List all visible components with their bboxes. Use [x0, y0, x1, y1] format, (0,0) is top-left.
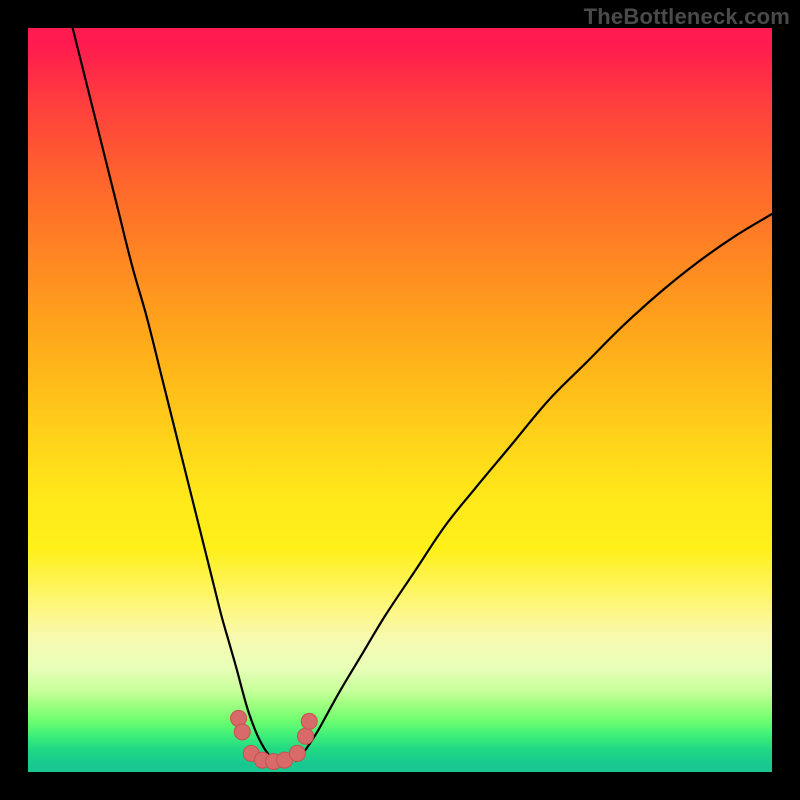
marker-dot [234, 724, 250, 740]
curve-left-branch [73, 28, 274, 761]
watermark-text: TheBottleneck.com [584, 4, 790, 30]
plot-area [28, 28, 772, 772]
curve-right-branch [296, 214, 772, 761]
chart-frame: TheBottleneck.com [0, 0, 800, 800]
curve-layer [28, 28, 772, 772]
marker-dot [289, 745, 305, 761]
marker-dot [298, 728, 314, 744]
marker-dot [301, 713, 317, 729]
marker-cluster [231, 710, 318, 769]
